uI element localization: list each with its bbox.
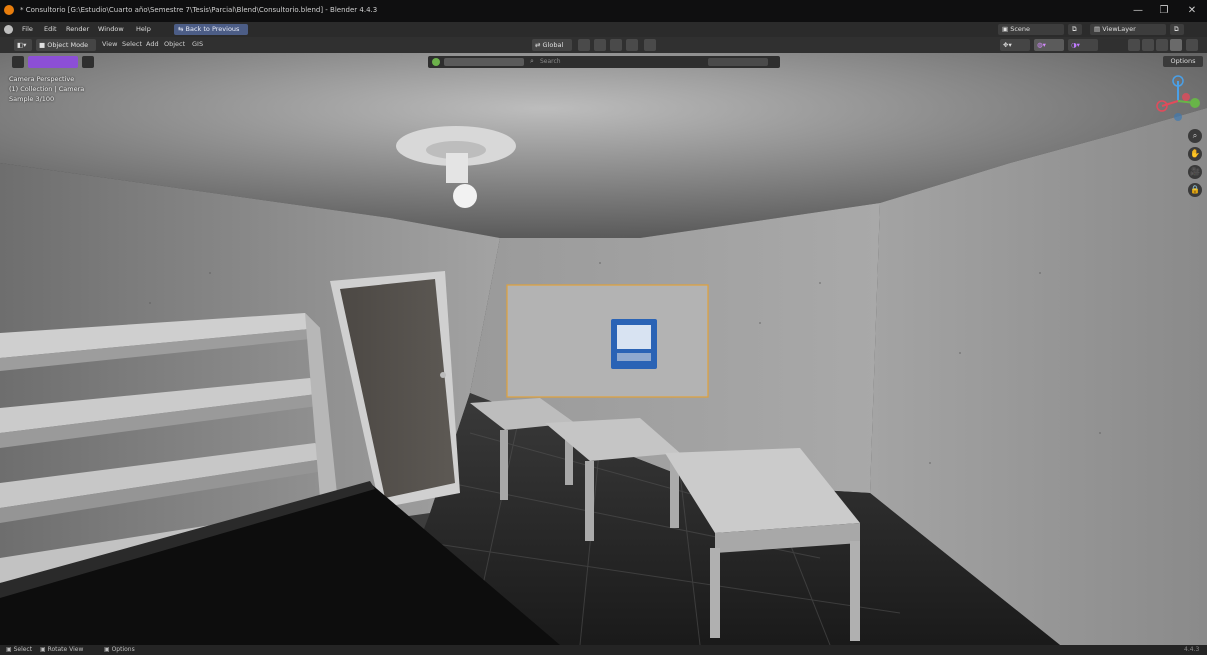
pan-hand-icon[interactable]: ✋ [1188,147,1202,161]
overlays-icon: ◍▾ [1037,41,1046,49]
menu-gis[interactable]: GIS [192,40,203,48]
close-button[interactable]: ✕ [1181,3,1203,19]
menu-select[interactable]: Select [122,40,142,48]
new-scene-button[interactable]: ⧉ [1068,24,1082,35]
proportional-falloff-button[interactable] [644,39,656,51]
shading-material-button[interactable] [1156,39,1168,51]
status-rotate-view: ▣ Rotate View [40,646,84,653]
select-tool-button[interactable] [12,56,24,68]
viewport-header: ◧▾ ■ Object Mode View Select Add Object … [0,37,1207,53]
back-to-previous-button[interactable]: ⇆ Back to Previous [174,24,248,35]
version-label: 4.4.3 [1184,646,1200,653]
search-icon: ⌕ [530,57,534,65]
rendered-scene [0,53,1207,645]
menu-window[interactable]: Window [98,25,124,33]
select-mode-buttons[interactable] [28,56,78,68]
navigation-gizmo[interactable] [1150,73,1205,128]
window-title-bar: * Consultorio [G:\Estudio\Cuarto año\Sem… [0,0,1207,22]
camera-view-icon[interactable]: 🎥 [1188,165,1202,179]
scene-selector[interactable]: ▣ Scene [998,24,1064,35]
3d-viewport[interactable]: ⌕ Search Camera Perspective (1) Collecti… [0,53,1207,645]
minimize-button[interactable]: — [1127,3,1149,19]
menu-render[interactable]: Render [66,25,89,33]
status-select: ▣ Select [6,646,33,653]
mouse-right-icon: ▣ [104,646,112,653]
mouse-left-icon: ▣ [6,646,14,653]
editor-type-icon: ◧▾ [17,41,27,49]
view-layer-selector[interactable]: ▤ ViewLayer [1090,24,1166,35]
outliner-filter-strip: ⌕ Search [428,56,780,68]
gizmo-icon: ✥▾ [1003,41,1012,49]
status-options: ▣ Options [104,646,135,653]
top-menu-bar: File Edit Render Window Help ⇆ Back to P… [0,22,1207,37]
xray-toggle-button[interactable]: ◑▾ [1068,39,1098,51]
select-extra-button[interactable] [82,56,94,68]
shading-solid-button[interactable] [1142,39,1154,51]
collection-label: (1) Collection | Camera [9,85,85,93]
object-mode-dropdown[interactable]: ■ Object Mode [36,39,96,51]
mouse-middle-icon: ▣ [40,646,48,653]
status-bar: ▣ Select ▣ Rotate View ▣ Options 4.4.3 [0,645,1207,655]
filter-dropdowns[interactable] [708,58,768,66]
options-label: Options [1170,57,1196,65]
render-status-icon [432,58,440,66]
active-object-frame [506,284,709,398]
search-field[interactable]: Search [540,58,561,65]
camera-perspective-label: Camera Perspective [9,75,75,83]
view-layer-name: ViewLayer [1102,25,1136,33]
render-sample-label: Sample 3/100 [9,95,55,103]
blender-menu-icon[interactable] [4,25,13,34]
menu-object[interactable]: Object [164,40,185,48]
menu-help[interactable]: Help [136,25,151,33]
snap-button[interactable] [594,39,606,51]
scene-icon: ▣ [1002,25,1011,33]
orientation-icon: ⇄ [535,41,543,49]
back-to-previous-label: Back to Previous [185,25,240,33]
lock-icon[interactable]: 🔒 [1188,183,1202,197]
viewport-tool-row [12,56,102,68]
object-mode-icon: ■ [39,41,48,49]
options-dropdown[interactable]: Options [1163,56,1203,67]
view-layer-icon: ▤ [1094,25,1103,33]
maximize-button[interactable]: ❐ [1153,3,1175,19]
blender-logo-icon [4,5,14,15]
editor-type-button[interactable]: ◧▾ [14,39,32,51]
pivot-point-button[interactable] [578,39,590,51]
menu-view[interactable]: View [102,40,117,48]
object-mode-label: Object Mode [47,41,89,49]
scene-name: Scene [1010,25,1031,33]
transform-orientation-label: Global [542,41,564,49]
xray-icon: ◑▾ [1071,41,1080,49]
shading-rendered-button[interactable] [1170,39,1182,51]
object-type-filters[interactable] [444,58,524,66]
menu-edit[interactable]: Edit [44,25,57,33]
snap-target-button[interactable] [610,39,622,51]
back-icon: ⇆ [178,25,186,33]
menu-add[interactable]: Add [146,40,159,48]
proportional-editing-button[interactable] [626,39,638,51]
shading-options-button[interactable] [1186,39,1198,51]
gizmo-toggle-button[interactable]: ✥▾ [1000,39,1030,51]
door-handle [440,372,446,378]
zoom-icon[interactable]: ⌕ [1188,129,1202,143]
transform-orientation-dropdown[interactable]: ⇄ Global [532,39,572,51]
overlays-toggle-button[interactable]: ◍▾ [1034,39,1064,51]
menu-file[interactable]: File [22,25,33,33]
light-bulb [453,184,477,208]
shading-wireframe-button[interactable] [1128,39,1140,51]
window-title: * Consultorio [G:\Estudio\Cuarto año\Sem… [20,6,378,14]
new-view-layer-button[interactable]: ⧉ [1170,24,1184,35]
